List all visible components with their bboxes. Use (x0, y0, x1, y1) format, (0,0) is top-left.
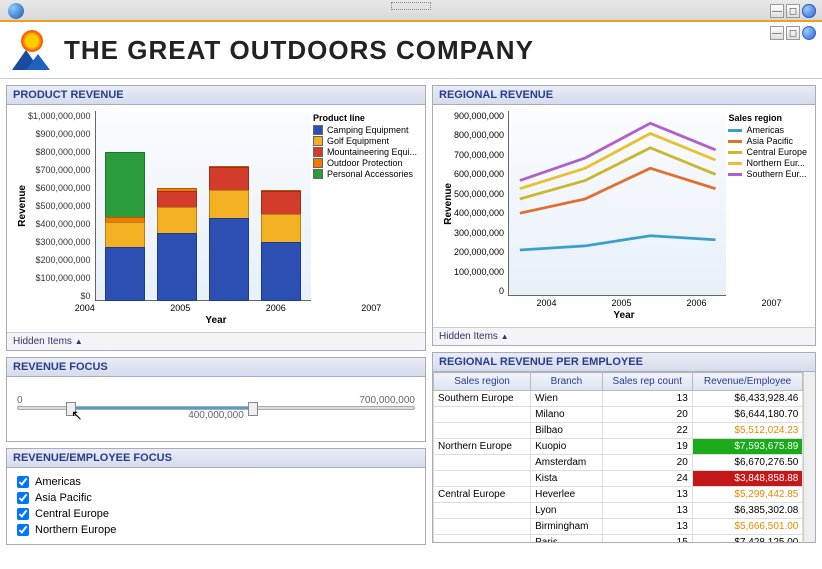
product-revenue-chart: Revenue $1,000,000,000$900,000,000$800,0… (13, 111, 419, 301)
col-header[interactable]: Revenue/Employee (692, 373, 803, 391)
left-column: PRODUCT REVENUE — ◻ Revenue $1,000,000,0… (6, 85, 426, 545)
close-icon[interactable] (802, 26, 816, 40)
bar-2005 (157, 188, 197, 300)
bar-2007 (261, 190, 301, 300)
x-axis-labels: 2004200520062007 (13, 303, 419, 313)
table-row[interactable]: Northern EuropeKuopio19$7,593,675.89 (434, 439, 803, 455)
y-axis-ticks: 900,000,000800,000,000700,000,000600,000… (454, 111, 508, 296)
legend-item[interactable]: Camping Equipment (313, 125, 417, 135)
legend-item[interactable]: Personal Accessories (313, 169, 417, 179)
panel-footer[interactable]: Hidden Items ▲ (7, 332, 425, 350)
chevron-up-icon: ▲ (501, 332, 509, 341)
panel-employee-focus: REVENUE/EMPLOYEE FOCUS — ◻ AmericasAsia … (6, 448, 426, 545)
legend-item[interactable]: Northern Eur... (728, 158, 807, 168)
legend-item[interactable]: Asia Pacific (728, 136, 807, 146)
header: THE GREAT OUTDOORS COMPANY — ◻ (0, 22, 822, 79)
panel-title: REVENUE/EMPLOYEE FOCUS (13, 452, 172, 464)
table-row[interactable]: Southern EuropeWien13$6,433,928.46 (434, 391, 803, 407)
region-checkbox[interactable]: Central Europe (13, 506, 419, 522)
table-header-row: Sales regionBranchSales rep countRevenue… (434, 373, 803, 391)
dashboard-workspace: PRODUCT REVENUE — ◻ Revenue $1,000,000,0… (0, 79, 822, 551)
minimize-icon[interactable]: — (770, 26, 784, 40)
panel-title: REGIONAL REVENUE (439, 89, 553, 101)
panel-title: REVENUE FOCUS (13, 361, 108, 373)
col-header[interactable]: Sales region (434, 373, 531, 391)
chart-legend: Product line Camping EquipmentGolf Equip… (311, 111, 419, 301)
revenue-range-slider[interactable]: 0 700,000,000 400,000,000 ↖ (7, 377, 425, 441)
table-row[interactable]: Bilbao22$5,512,024.23 (434, 423, 803, 439)
panel-min-icon[interactable]: — (770, 4, 784, 18)
panel-regional-revenue: REGIONAL REVENUE — ◻ Revenue 900,000,000… (432, 85, 816, 346)
region-checkbox-list: AmericasAsia PacificCentral EuropeNorthe… (7, 468, 425, 544)
y-axis-ticks: $1,000,000,000$900,000,000$800,000,000$7… (28, 111, 95, 301)
legend-item[interactable]: Mountaineering Equi... (313, 147, 417, 157)
company-title: THE GREAT OUTDOORS COMPANY (64, 35, 534, 66)
company-logo (12, 30, 52, 70)
table-row[interactable]: Birmingham13$5,666,501.00 (434, 519, 803, 535)
revenue-per-employee-table: Sales regionBranchSales rep countRevenue… (433, 372, 803, 542)
resize-handle[interactable] (391, 2, 431, 10)
scrollbar[interactable] (803, 372, 815, 542)
table-row[interactable]: Lyon13$6,385,302.08 (434, 503, 803, 519)
panel-title: REGIONAL REVENUE PER EMPLOYEE (439, 356, 643, 368)
legend-item[interactable]: Central Europe (728, 147, 807, 157)
cursor-icon: ↖ (71, 407, 83, 424)
col-header[interactable]: Branch (531, 373, 603, 391)
panel-product-revenue: PRODUCT REVENUE — ◻ Revenue $1,000,000,0… (6, 85, 426, 351)
legend-item[interactable]: Southern Eur... (728, 169, 807, 179)
window-controls: — ◻ (770, 26, 816, 40)
legend-item[interactable]: Outdoor Protection (313, 158, 417, 168)
maximize-icon[interactable]: ◻ (786, 26, 800, 40)
x-axis-labels: 2004200520062007 (439, 298, 809, 308)
region-checkbox[interactable]: Americas (13, 474, 419, 490)
table-row[interactable]: Paris15$7,428,125.00 (434, 535, 803, 543)
back-button[interactable] (8, 3, 24, 19)
bar-2004 (105, 152, 145, 300)
panel-footer[interactable]: Hidden Items ▲ (433, 327, 815, 345)
panel-max-icon[interactable]: ◻ (786, 4, 800, 18)
col-header[interactable]: Sales rep count (602, 373, 692, 391)
legend-item[interactable]: Americas (728, 125, 807, 135)
panel-close-icon[interactable] (802, 4, 816, 18)
app-topbar (0, 0, 822, 22)
table-row[interactable]: Central EuropeHeverlee13$5,299,442.85 (434, 487, 803, 503)
bar-2006 (209, 166, 249, 300)
slider-handle-high[interactable] (248, 402, 258, 416)
panel-revenue-focus: REVENUE FOCUS — ◻ 0 700,000,000 400,000, (6, 357, 426, 442)
chart-plot-area (508, 111, 726, 296)
panel-title: PRODUCT REVENUE (13, 89, 124, 101)
chart-legend: Sales region AmericasAsia PacificCentral… (726, 111, 809, 296)
table-row[interactable]: Milano20$6,644,180.70 (434, 407, 803, 423)
legend-item[interactable]: Golf Equipment (313, 136, 417, 146)
table-row[interactable]: Amsterdam20$6,670,276.50 (434, 455, 803, 471)
region-checkbox[interactable]: Asia Pacific (13, 490, 419, 506)
regional-revenue-chart: Revenue 900,000,000800,000,000700,000,00… (439, 111, 809, 296)
chart-plot-area (95, 111, 311, 301)
panel-regional-emp: REGIONAL REVENUE PER EMPLOYEE — ◻ Sales … (432, 352, 816, 543)
region-checkbox[interactable]: Northern Europe (13, 522, 419, 538)
right-column: REGIONAL REVENUE — ◻ Revenue 900,000,000… (432, 85, 816, 545)
chevron-up-icon: ▲ (75, 337, 83, 346)
table-row[interactable]: Kista24$3,848,858.88 (434, 471, 803, 487)
